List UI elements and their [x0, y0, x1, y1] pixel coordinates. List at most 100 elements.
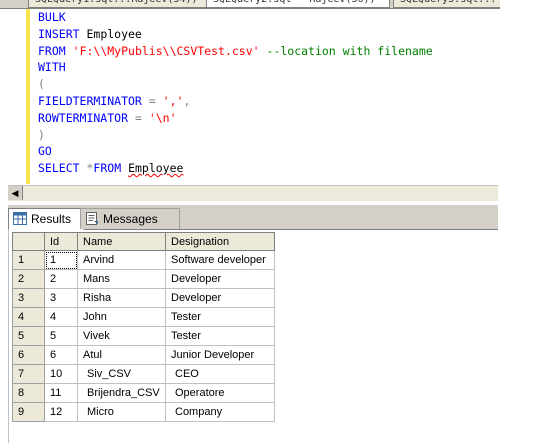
cell-name[interactable]: Arvind [77, 250, 166, 270]
table-row[interactable]: 9 12 Micro Company [12, 402, 275, 422]
table-row[interactable]: 7 10 Siv_CSV CEO [12, 364, 275, 384]
editor-gutter [0, 9, 28, 184]
messages-icon [86, 212, 98, 225]
table-row[interactable]: 8 11 Brijendra_CSV Operatore [12, 383, 275, 403]
code-line[interactable]: FIELDTERMINATOR = ',', [38, 93, 500, 110]
code-line[interactable]: ROWTERMINATOR = '\n' [38, 110, 500, 127]
row-number-cell[interactable]: 7 [12, 364, 45, 384]
tab-results[interactable]: Results [8, 208, 84, 230]
editor-horizontal-scrollbar[interactable]: ◀ [8, 185, 498, 201]
grid-corner-cell[interactable] [12, 232, 45, 251]
cell-designation[interactable]: Operatore [165, 383, 275, 403]
cell-id[interactable]: 1 [44, 250, 78, 270]
code-token: GO [38, 144, 52, 159]
cell-designation[interactable]: Developer [165, 288, 275, 308]
code-token: FROM [93, 161, 122, 176]
table-row[interactable]: 5 5 Vivek Tester [12, 326, 275, 346]
code-line[interactable]: ) [38, 127, 500, 144]
table-row[interactable]: 6 6 Atul Junior Developer [12, 345, 275, 365]
cell-id[interactable]: 2 [44, 269, 78, 289]
pane-splitter[interactable] [0, 201, 538, 204]
cell-name[interactable]: Siv_CSV [77, 364, 166, 384]
cell-name[interactable]: Micro [77, 402, 166, 422]
code-token: = [134, 110, 142, 125]
cell-id[interactable]: 3 [44, 288, 78, 308]
row-number-cell[interactable]: 2 [12, 269, 45, 289]
results-grid: Id Name Designation 1 1 Arvind Software dev… [12, 232, 275, 422]
document-tab-strip: SQLQuery1.sql...Rajeev(54)) SQLQuery2.sq… [0, 0, 500, 9]
cell-id[interactable]: 6 [44, 345, 78, 365]
code-line[interactable]: GO [38, 143, 500, 160]
tab-sqlquery2[interactable]: SQLQuery2.sql - Rajeev(56)) [206, 0, 390, 8]
column-header-designation[interactable]: Designation [165, 232, 275, 251]
code-token: ( [38, 77, 45, 92]
cell-designation[interactable]: Developer [165, 269, 275, 289]
row-number-cell[interactable]: 1 [12, 250, 45, 270]
cell-name[interactable]: Brijendra_CSV [77, 383, 166, 403]
change-tracking-bar [26, 9, 30, 184]
tab-messages[interactable]: Messages [80, 208, 180, 229]
code-line[interactable]: FROM 'F:\\MyPublis\\CSVTest.csv' --locat… [38, 43, 500, 60]
cell-designation[interactable]: Tester [165, 326, 275, 346]
table-row[interactable]: 3 3 Risha Developer [12, 288, 275, 308]
code-token: INSERT [38, 26, 80, 41]
row-number-cell[interactable]: 6 [12, 345, 45, 365]
code-token: ROWTERMINATOR [38, 110, 129, 125]
column-header-name[interactable]: Name [77, 232, 166, 251]
code-line[interactable]: INSERT Employee [38, 26, 500, 43]
row-number-cell[interactable]: 8 [12, 383, 45, 403]
cell-id[interactable]: 11 [44, 383, 78, 403]
code-line[interactable]: SELECT *FROM Employee [38, 160, 500, 177]
code-area[interactable]: BULK INSERT Employee FROM 'F:\\MyPublis\\C… [38, 9, 500, 177]
query-editor[interactable]: BULK INSERT Employee FROM 'F:\\MyPublis\\C… [0, 9, 500, 184]
cell-name[interactable]: Atul [77, 345, 166, 365]
cell-designation[interactable]: Junior Developer [165, 345, 275, 365]
code-token: '\n' [148, 110, 177, 125]
cell-name[interactable]: Vivek [77, 326, 166, 346]
code-token: FIELDTERMINATOR [38, 93, 142, 108]
code-token: Employee [128, 161, 184, 176]
cell-id[interactable]: 10 [44, 364, 78, 384]
row-number-cell[interactable]: 4 [12, 307, 45, 327]
cell-name[interactable]: Mans [77, 269, 166, 289]
code-token: 'F:\\MyPublis\\CSVTest.csv' [72, 43, 260, 58]
cell-id[interactable]: 4 [44, 307, 78, 327]
cell-designation[interactable]: Tester [165, 307, 275, 327]
code-token: ) [38, 127, 45, 142]
cell-id[interactable]: 5 [44, 326, 78, 346]
tab-messages-label: Messages [103, 212, 158, 226]
cell-id[interactable]: 12 [44, 402, 78, 422]
scroll-left-arrow-icon[interactable]: ◀ [8, 186, 23, 200]
grid-icon [13, 212, 27, 225]
results-grid-pane: Id Name Designation 1 1 Arvind Software dev… [8, 230, 499, 443]
code-line[interactable]: ( [38, 76, 500, 93]
cell-name[interactable]: Risha [77, 288, 166, 308]
row-number-cell[interactable]: 3 [12, 288, 45, 308]
table-row[interactable]: 2 2 Mans Developer [12, 269, 275, 289]
code-token: SELECT [38, 161, 80, 176]
code-token: WITH [38, 60, 66, 75]
tab-results-label: Results [31, 212, 72, 226]
code-token: Employee [79, 26, 142, 41]
row-number-cell[interactable]: 5 [12, 326, 45, 346]
tab-sqlquery1[interactable]: SQLQuery1.sql...Rajeev(54)) [28, 0, 212, 8]
tab-sqlquery3[interactable]: SQLQuery3.sql... [393, 0, 500, 8]
table-row[interactable]: 1 1 Arvind Software developer [12, 250, 275, 270]
cell-name[interactable]: John [77, 307, 166, 327]
cell-designation[interactable]: CEO [165, 364, 275, 384]
code-line[interactable]: WITH [38, 59, 500, 76]
table-row[interactable]: 4 4 John Tester [12, 307, 275, 327]
row-number-cell[interactable]: 9 [12, 402, 45, 422]
cell-designation[interactable]: Software developer [165, 250, 275, 270]
results-tab-bar: Results Messages [8, 205, 498, 230]
column-header-id[interactable]: Id [44, 232, 78, 251]
cell-designation[interactable]: Company [165, 402, 275, 422]
code-token: --location with filename [266, 43, 433, 58]
code-token: = [148, 93, 156, 108]
code-line[interactable]: BULK [38, 9, 500, 26]
code-token: ',' [162, 93, 184, 108]
